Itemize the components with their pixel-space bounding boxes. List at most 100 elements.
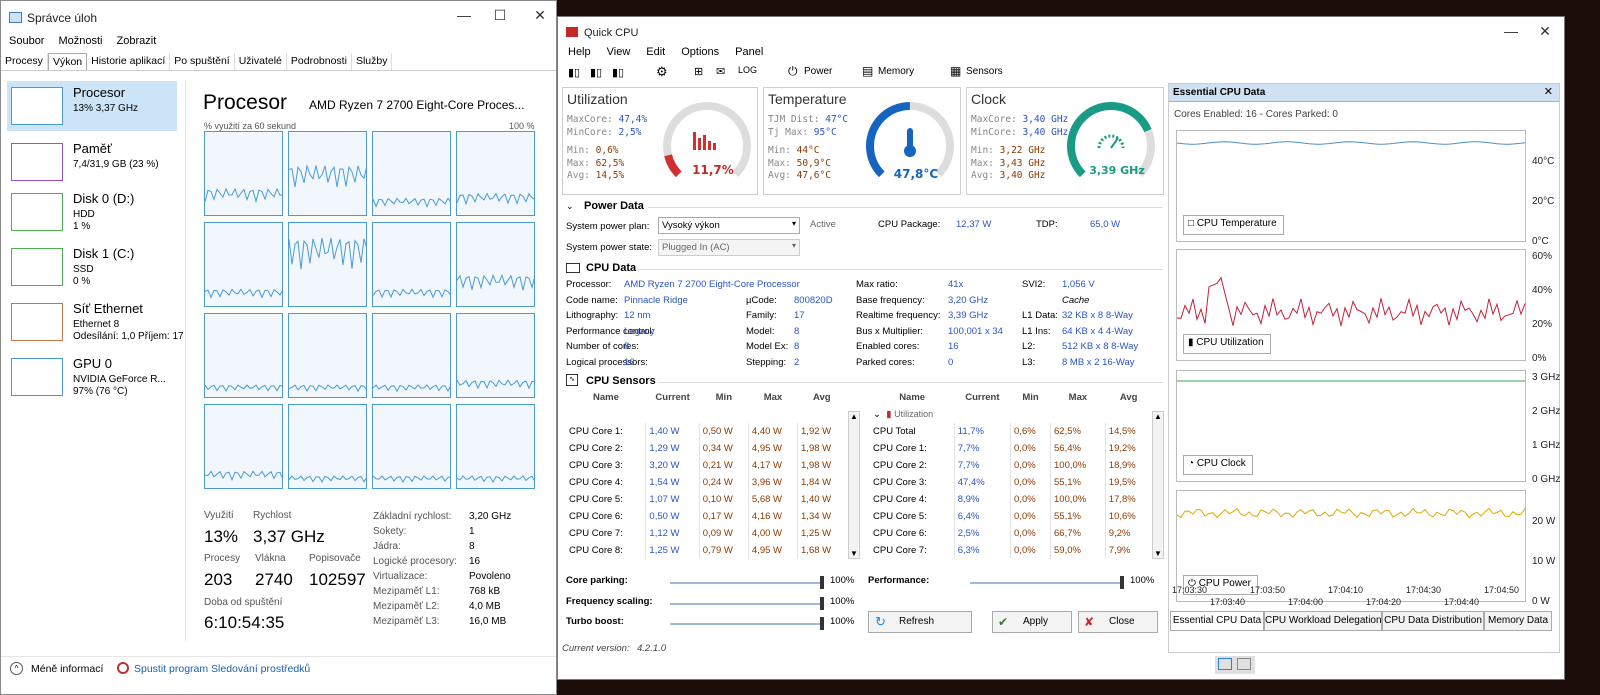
menu-moznosti[interactable]: Možnosti: [58, 35, 102, 47]
slider-handle[interactable]: [820, 576, 824, 589]
less-info-link[interactable]: Méně informací: [31, 663, 103, 675]
table-cell: 0,09 W: [698, 525, 749, 542]
sidebar-item-gpu[interactable]: GPU 0 NVIDIA GeForce R... 97% (76 °C): [7, 352, 177, 402]
scroll-up-icon[interactable]: ▲: [850, 412, 858, 421]
table-row[interactable]: CPU Core 7: 1,12 W 0,09 W 4,00 W 1,25 W: [566, 525, 846, 542]
column-header[interactable]: Max: [748, 389, 797, 406]
collapse-icon[interactable]: ⌄: [566, 201, 574, 212]
core-parking-slider[interactable]: [670, 576, 824, 589]
list-view-icon[interactable]: [1218, 658, 1232, 670]
refresh-button[interactable]: ↻ Refresh: [868, 611, 972, 633]
close-icon[interactable]: ✕: [1544, 85, 1553, 98]
column-header[interactable]: Name: [870, 389, 954, 406]
chart-tag[interactable]: ◔ CPU Clock: [1183, 455, 1253, 475]
menu-panel[interactable]: Panel: [735, 46, 763, 58]
table-row[interactable]: CPU Core 5: 1,07 W 0,10 W 5,68 W 1,40 W: [566, 491, 846, 508]
log-icon[interactable]: LOG: [738, 65, 757, 75]
scroll-up-icon[interactable]: ▲: [1154, 412, 1162, 421]
table-row[interactable]: CPU Core 3: 47,4% 0,0% 55,1% 19,5%: [870, 474, 1152, 491]
column-header[interactable]: Name: [566, 389, 646, 406]
table-row[interactable]: CPU Core 6: 2,5% 0,0% 66,7% 9,2%: [870, 525, 1152, 542]
message-icon[interactable]: ✉: [716, 65, 725, 78]
menu-soubor[interactable]: Soubor: [9, 35, 44, 47]
table-row[interactable]: CPU Core 1: 1,40 W 0,50 W 4,40 W 1,92 W: [566, 423, 846, 440]
sidebar-item-procesor[interactable]: Procesor 13% 3,37 GHz: [7, 81, 177, 131]
chart-tag[interactable]: □ CPU Temperature: [1183, 215, 1284, 235]
table-row[interactable]: CPU Core 1: 7,7% 0,0% 56,4% 19,2%: [870, 440, 1152, 457]
power-plan-select[interactable]: Vysoký výkon ▾: [658, 217, 800, 234]
close-button[interactable]: ✕: [1522, 23, 1564, 45]
gear-icon[interactable]: ⚙: [656, 64, 668, 80]
menu-edit[interactable]: Edit: [646, 46, 665, 58]
menu-help[interactable]: Help: [568, 46, 591, 58]
title-bar[interactable]: Správce úloh — ☐ ✕: [1, 1, 556, 35]
table-row[interactable]: CPU Core 6: 0,50 W 0,17 W 4,16 W 1,34 W: [566, 508, 846, 525]
tab-po-spusteni[interactable]: Po spuštění: [170, 53, 235, 70]
cpu-data-value: 16: [948, 341, 959, 352]
column-header[interactable]: Current: [646, 389, 699, 406]
detail-view-icon[interactable]: [1237, 658, 1251, 670]
column-header[interactable]: Min: [1011, 389, 1051, 406]
bar-chart-icon[interactable]: ▮▯: [568, 66, 580, 79]
table-row[interactable]: CPU Core 4: 8,9% 0,0% 100,0% 17,8%: [870, 491, 1152, 508]
column-header[interactable]: Current: [954, 389, 1010, 406]
apply-button[interactable]: ✔ Apply: [992, 611, 1072, 633]
tab-podrobnosti[interactable]: Podrobnosti: [287, 53, 352, 70]
scrollbar[interactable]: ▲ ▼: [1152, 411, 1164, 559]
tab-procesy[interactable]: Procesy: [1, 53, 48, 70]
close-dialog-button[interactable]: ✘ Close: [1078, 611, 1158, 633]
scroll-down-icon[interactable]: ▼: [850, 549, 858, 558]
sidebar-item-pamet[interactable]: Paměť 7,4/31,9 GB (23 %): [7, 137, 177, 187]
essential-tab[interactable]: Memory Data: [1484, 611, 1552, 631]
column-header[interactable]: Avg: [798, 389, 846, 406]
util-stats: MaxCore: 47,4% MinCore: 2,5% Min: 0,6% M…: [567, 114, 647, 183]
column-header[interactable]: Avg: [1105, 389, 1152, 406]
table-row[interactable]: CPU Core 3: 3,20 W 0,21 W 4,17 W 1,98 W: [566, 457, 846, 474]
essential-tab[interactable]: CPU Data Distribution: [1382, 611, 1484, 631]
essential-header: Essential CPU Data ✕: [1169, 84, 1559, 102]
essential-tab[interactable]: CPU Workload Delegation: [1264, 611, 1382, 631]
slider-value: 100%: [830, 596, 855, 607]
chart-tag[interactable]: ▮ CPU Utilization: [1183, 334, 1271, 354]
table-row[interactable]: CPU Core 4: 1,54 W 0,24 W 3,96 W 1,84 W: [566, 474, 846, 491]
slider-handle[interactable]: [820, 617, 824, 630]
power-button[interactable]: Power: [804, 66, 832, 77]
tab-uzivatele[interactable]: Uživatelé: [235, 53, 287, 70]
tab-sluzby[interactable]: Služby: [352, 53, 393, 70]
chevron-up-icon[interactable]: ^: [10, 662, 23, 675]
tab-historie[interactable]: Historie aplikací: [87, 53, 171, 70]
frequency-scaling-slider[interactable]: [670, 597, 824, 610]
menu-zobrazit[interactable]: Zobrazit: [117, 35, 157, 47]
column-header[interactable]: Min: [699, 389, 748, 406]
turbo-boost-slider[interactable]: [670, 617, 824, 630]
power-state-select[interactable]: Plugged In (AC) ▾: [658, 239, 800, 256]
bar-chart-icon[interactable]: ▮▯: [590, 66, 602, 79]
table-row[interactable]: CPU Core 2: 7,7% 0,0% 100,0% 18,9%: [870, 457, 1152, 474]
slider-handle[interactable]: [820, 597, 824, 610]
close-button[interactable]: ✕: [517, 7, 556, 29]
settings-icon[interactable]: ⊞: [694, 65, 703, 78]
performance-slider[interactable]: [970, 576, 1124, 589]
table-row[interactable]: CPU Core 5: 6,4% 0,0% 55,1% 10,6%: [870, 508, 1152, 525]
sidebar-item-disk0[interactable]: Disk 0 (D:) HDD 1 %: [7, 187, 177, 237]
resource-monitor-link[interactable]: Spustit program Sledování prostředků: [134, 663, 310, 675]
menu-options[interactable]: Options: [681, 46, 719, 58]
sidebar-item-disk1[interactable]: Disk 1 (C:) SSD 0 %: [7, 242, 177, 292]
slider-handle[interactable]: [1120, 576, 1124, 589]
group-row[interactable]: ⌄ ▮ Utilization: [870, 406, 1152, 423]
table-row[interactable]: CPU Core 2: 1,29 W 0,34 W 4,95 W 1,98 W: [566, 440, 846, 457]
table-row[interactable]: CPU Total 11,7% 0,6% 62,5% 14,5%: [870, 423, 1152, 440]
table-row[interactable]: CPU Core 8: 1,25 W 0,79 W 4,95 W 1,68 W: [566, 542, 846, 559]
table-cell: CPU Core 2:: [873, 460, 927, 471]
tab-vykon[interactable]: Výkon: [47, 53, 88, 70]
bar-chart-icon[interactable]: ▮▯: [612, 66, 624, 79]
menu-view[interactable]: View: [607, 46, 631, 58]
column-header[interactable]: Max: [1051, 389, 1106, 406]
table-row[interactable]: CPU Core 7: 6,3% 0,0% 59,0% 7,9%: [870, 542, 1152, 559]
sensors-button[interactable]: Sensors: [966, 66, 1003, 77]
scrollbar[interactable]: ▲ ▼: [848, 411, 860, 559]
scroll-down-icon[interactable]: ▼: [1154, 549, 1162, 558]
sidebar-item-ethernet[interactable]: Síť Ethernet Ethernet 8 Odesílání: 1,0 P…: [7, 297, 184, 347]
memory-button[interactable]: Memory: [878, 66, 914, 77]
essential-tab[interactable]: Essential CPU Data: [1170, 611, 1264, 631]
